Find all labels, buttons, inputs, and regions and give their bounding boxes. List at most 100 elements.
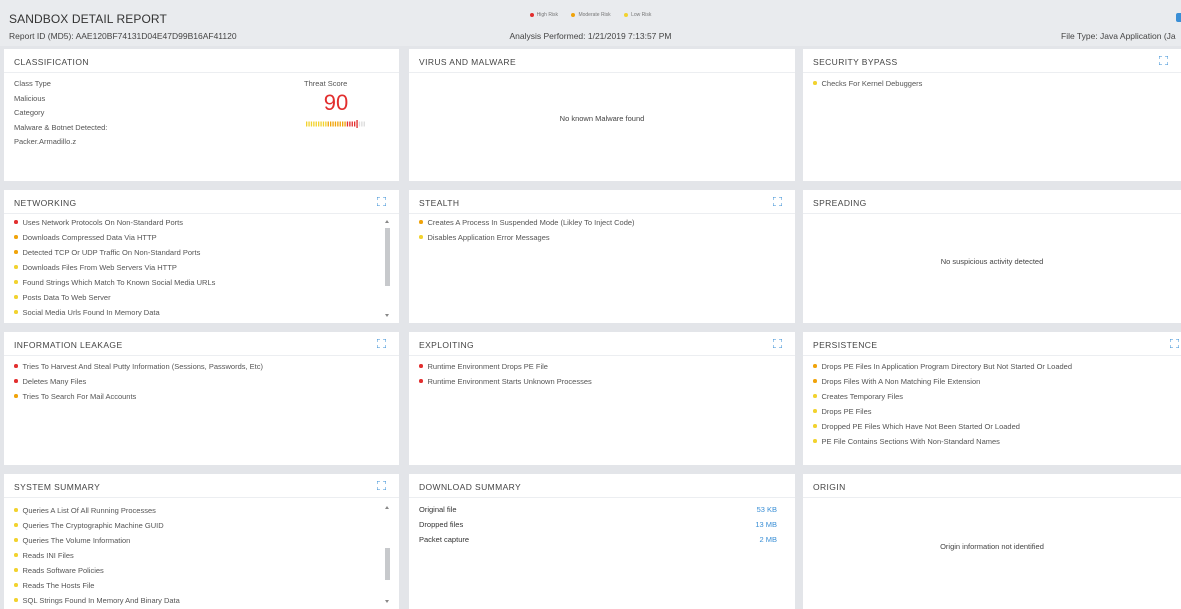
list-item: Tries To Search For Mail Accounts	[14, 392, 383, 407]
legend-item-moderate: Moderate Risk	[571, 12, 611, 18]
expand-icon[interactable]	[377, 197, 386, 206]
list-item-text: Social Media Urls Found In Memory Data	[22, 308, 160, 317]
gauge-tick	[332, 121, 334, 127]
spreading-panel: SPREADING No suspicious activity detecte…	[803, 190, 1181, 323]
list-item-text: SQL Strings Found In Memory And Binary D…	[22, 596, 180, 605]
panel-title: SECURITY BYPASS	[813, 57, 898, 67]
list-item: Detected TCP Or UDP Traffic On Non-Stand…	[14, 248, 383, 263]
expand-icon[interactable]	[1170, 339, 1179, 348]
list-item: Deletes Many Files	[14, 377, 383, 392]
list-item: Drops PE Files In Application Program Di…	[813, 362, 1165, 377]
download-label: Dropped files	[419, 520, 464, 529]
legend-label: High Risk	[536, 12, 559, 18]
moderate-risk-dot-icon	[14, 235, 18, 239]
scroll-up-icon[interactable]	[385, 220, 389, 223]
detection-name: Packer.Armadillo.z	[14, 137, 77, 146]
gauge-tick	[337, 121, 339, 127]
download-icon[interactable]	[1176, 13, 1181, 22]
low-risk-dot-icon	[813, 439, 817, 443]
download-label: Packet capture	[419, 535, 470, 544]
panel-title: NETWORKING	[14, 198, 77, 208]
expand-icon[interactable]	[773, 197, 782, 206]
list-item: Reads INI Files	[14, 551, 383, 566]
low-risk-dot-icon	[14, 295, 18, 299]
scroll-thumb[interactable]	[385, 548, 390, 580]
gauge-tick	[361, 121, 363, 127]
moderate-risk-dot-icon	[14, 250, 18, 254]
panel-title: SPREADING	[813, 198, 867, 208]
list-item-text: Creates Temporary Files	[821, 392, 904, 401]
expand-icon[interactable]	[377, 339, 386, 348]
gauge-tick	[313, 121, 315, 127]
list-item-text: Downloads Compressed Data Via HTTP	[22, 233, 157, 242]
category-label: Category	[14, 108, 45, 117]
gauge-tick	[320, 121, 322, 127]
expand-icon[interactable]	[377, 481, 386, 490]
persistence-panel: PERSISTENCE Drops PE Files In Applicatio…	[803, 332, 1181, 465]
list-item-text: Found Strings Which Match To Known Socia…	[22, 278, 216, 287]
persistence-list: Drops PE Files In Application Program Di…	[813, 362, 1165, 452]
gauge-tick	[315, 121, 317, 127]
list-item-text: Checks For Kernel Debuggers	[821, 79, 923, 88]
panel-divider	[409, 497, 795, 498]
low-risk-dot-icon	[813, 424, 817, 428]
panel-title: CLASSIFICATION	[14, 57, 89, 67]
panel-divider	[4, 72, 399, 73]
low-risk-dot-icon	[813, 394, 817, 398]
scrollbar[interactable]	[384, 218, 391, 319]
high-risk-dot-icon	[419, 364, 423, 368]
list-item: Dropped PE Files Which Have Not Been Sta…	[813, 422, 1165, 437]
list-item: Uses Network Protocols On Non-Standard P…	[14, 218, 383, 233]
high-risk-dot-icon	[529, 12, 534, 17]
security-bypass-list: Checks For Kernel Debuggers	[813, 79, 1165, 94]
list-item: Drops Files With A Non Matching File Ext…	[813, 377, 1165, 392]
legend-label: Moderate Risk	[578, 12, 611, 18]
download-row-original: Original file 53 KB	[419, 505, 777, 517]
scrollbar[interactable]	[384, 504, 391, 605]
legend-label: Low Risk	[631, 12, 652, 18]
list-item: Social Media Urls Found In Memory Data	[14, 308, 383, 323]
scroll-up-icon[interactable]	[385, 506, 389, 509]
panel-divider	[4, 497, 399, 498]
list-item: Queries A List Of All Running Processes	[14, 506, 383, 521]
classification-panel: CLASSIFICATION Class Type Malicious Cate…	[4, 49, 399, 181]
expand-icon[interactable]	[773, 339, 782, 348]
threat-score-gauge	[306, 120, 365, 128]
gauge-tick	[358, 121, 361, 127]
empty-message: Origin information not identified	[940, 542, 1044, 551]
list-item: SQL Strings Found In Memory And Binary D…	[14, 596, 383, 609]
virus-malware-panel: VIRUS AND MALWARE No known Malware found	[409, 49, 795, 181]
low-risk-dot-icon	[14, 583, 18, 587]
list-item: Reads The Hosts File	[14, 581, 383, 596]
legend-item-low: Low Risk	[624, 12, 651, 18]
list-item-text: Creates A Process In Suspended Mode (Lik…	[427, 218, 635, 227]
gauge-tick	[327, 121, 329, 127]
list-item: Posts Data To Web Server	[14, 293, 383, 308]
panel-title: INFORMATION LEAKAGE	[14, 340, 123, 350]
gauge-tick	[325, 121, 327, 127]
class-type-value: Malicious	[14, 93, 46, 103]
list-item: Tries To Harvest And Steal Putty Informa…	[14, 362, 383, 377]
gauge-tick	[334, 121, 337, 127]
low-risk-dot-icon	[419, 235, 423, 239]
download-size-link[interactable]: 53 KB	[757, 505, 777, 514]
gauge-tick	[310, 121, 313, 127]
panel-title: ORIGIN	[813, 482, 846, 492]
analysis-date: Analysis Performed: 1/21/2019 7:13:57 PM	[509, 31, 672, 41]
panel-title: SYSTEM SUMMARY	[14, 482, 101, 492]
low-risk-dot-icon	[14, 280, 18, 284]
report-header: SANDBOX DETAIL REPORT High Risk Moderate…	[0, 0, 1181, 46]
scroll-thumb[interactable]	[385, 228, 390, 286]
expand-icon[interactable]	[1159, 56, 1168, 65]
category-value: Malware & Botnet Detected:	[14, 122, 108, 132]
gauge-tick	[354, 121, 356, 127]
scroll-down-icon[interactable]	[385, 314, 389, 317]
download-size-link[interactable]: 2 MB	[759, 535, 777, 544]
download-row-pcap: Packet capture 2 MB	[419, 535, 777, 547]
panel-title: STEALTH	[419, 198, 460, 208]
gauge-tick	[308, 121, 310, 127]
empty-message: No known Malware found	[559, 114, 645, 123]
scroll-down-icon[interactable]	[385, 600, 389, 603]
download-size-link[interactable]: 13 MB	[755, 520, 777, 529]
panel-divider	[4, 355, 399, 356]
